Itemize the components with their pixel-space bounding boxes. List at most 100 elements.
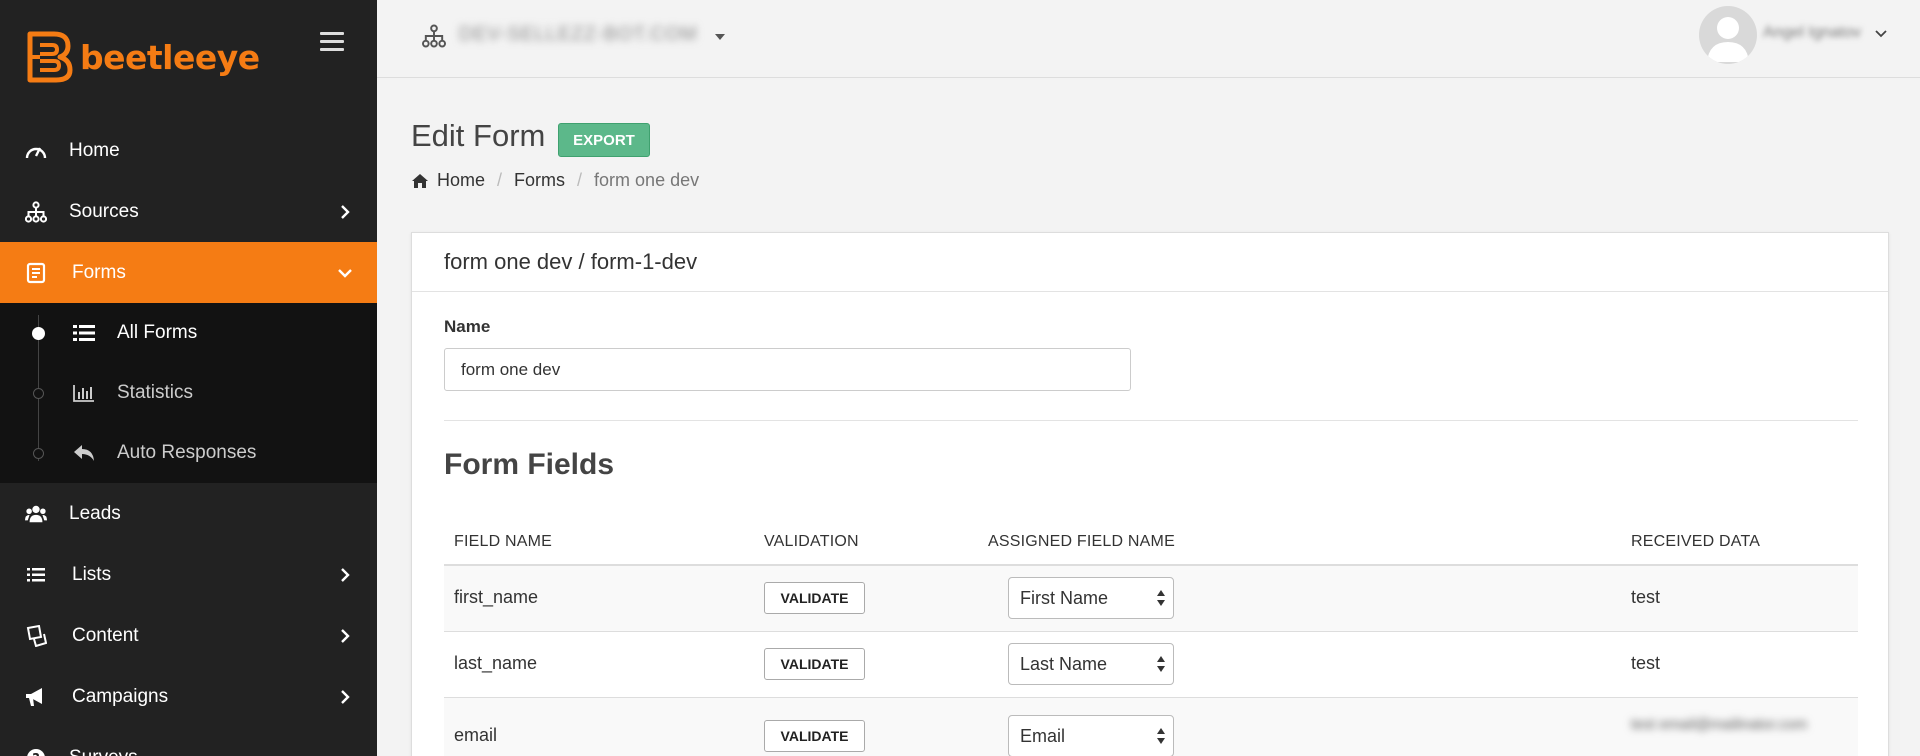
forms-submenu: All Forms Statistics Auto Responses xyxy=(0,303,377,483)
gauge-icon xyxy=(25,140,47,162)
caret-down-icon[interactable] xyxy=(715,34,725,40)
menu-toggle-icon[interactable] xyxy=(320,32,344,52)
sidebar-item-forms[interactable]: Forms xyxy=(0,242,377,303)
sidebar-item-surveys[interactable]: ? Surveys xyxy=(0,727,377,756)
assigned-field-select[interactable]: Last Name xyxy=(1008,643,1174,685)
column-header: VALIDATION xyxy=(764,533,859,550)
form-panel: form one dev / form-1-dev Name Form Fiel… xyxy=(411,232,1889,756)
field-name-cell: last_name xyxy=(454,653,538,673)
users-icon xyxy=(25,503,47,525)
breadcrumb-forms[interactable]: Forms xyxy=(514,170,565,191)
chevron-right-icon xyxy=(341,689,350,704)
panel-header: form one dev / form-1-dev xyxy=(412,233,1888,292)
sidebar-subitem-auto-responses[interactable]: Auto Responses xyxy=(0,423,377,483)
sidebar-subitem-label: Auto Responses xyxy=(117,442,257,463)
column-header: ASSIGNED FIELD NAME xyxy=(988,533,1175,550)
validate-button[interactable]: VALIDATE xyxy=(764,648,865,680)
assigned-field-select[interactable]: First Name xyxy=(1008,577,1174,619)
sidebar-item-label: Content xyxy=(72,624,139,646)
home-icon[interactable] xyxy=(411,173,429,189)
received-data-cell: test xyxy=(1631,587,1661,607)
sidebar-subitem-label: Statistics xyxy=(117,382,194,403)
sidebar-item-campaigns[interactable]: Campaigns xyxy=(0,666,377,727)
select-arrows-icon xyxy=(1157,728,1165,744)
breadcrumb-home[interactable]: Home xyxy=(437,170,485,191)
table-row: email VALIDATE Email test email@mailinat… xyxy=(444,698,1858,756)
sidebar-item-leads[interactable]: Leads xyxy=(0,483,377,544)
assigned-field-select[interactable]: Email xyxy=(1008,715,1174,756)
sidebar-subitem-statistics[interactable]: Statistics xyxy=(0,363,377,423)
panel-title: form one dev / form-1-dev xyxy=(444,249,698,274)
validate-button[interactable]: VALIDATE xyxy=(764,582,865,614)
svg-text:?: ? xyxy=(32,752,40,756)
table-header: FIELD NAME VALIDATION ASSIGNED FIELD NAM… xyxy=(444,523,1858,566)
export-button[interactable]: EXPORT xyxy=(558,123,650,157)
column-header: FIELD NAME xyxy=(454,533,553,550)
topbar: DEV-SELLEZZ-BOT.COM Angel Ignatov xyxy=(377,0,1920,78)
organization-selector[interactable]: DEV-SELLEZZ-BOT.COM xyxy=(459,24,698,46)
field-name-cell: first_name xyxy=(454,587,539,607)
inactive-dot xyxy=(33,447,44,459)
breadcrumb: Home / Forms / form one dev xyxy=(411,170,699,191)
sidebar-item-label: Home xyxy=(69,139,120,161)
section-title: Form Fields xyxy=(444,448,615,481)
avatar[interactable] xyxy=(1699,6,1757,64)
sitemap-icon xyxy=(422,24,446,48)
sidebar-subitem-all-forms[interactable]: All Forms xyxy=(0,303,377,363)
form-icon xyxy=(25,262,47,284)
sidebar-item-label: Leads xyxy=(69,502,121,524)
divider xyxy=(444,420,1858,421)
breadcrumb-current: form one dev xyxy=(594,170,700,190)
select-arrows-icon xyxy=(1157,590,1165,606)
breadcrumb-separator: / xyxy=(577,170,583,190)
form-fields-table: FIELD NAME VALIDATION ASSIGNED FIELD NAM… xyxy=(444,523,1858,756)
list-icon xyxy=(72,322,96,344)
chevron-right-icon xyxy=(341,628,350,643)
sidebar-item-label: Campaigns xyxy=(72,685,169,707)
validate-button[interactable]: VALIDATE xyxy=(764,720,865,752)
bar-chart-icon xyxy=(72,382,96,404)
current-dot xyxy=(32,326,45,340)
sidebar: beetleeye Home Sources Forms All Forms S… xyxy=(0,0,377,756)
content-icon xyxy=(25,624,47,647)
question-icon: ? xyxy=(25,747,47,756)
sidebar-subitem-label: All Forms xyxy=(117,322,198,343)
select-value: Email xyxy=(1020,725,1066,746)
name-label: Name xyxy=(444,317,491,336)
main-content: Edit Form EXPORT Home / Forms / form one… xyxy=(377,78,1920,756)
inactive-dot xyxy=(33,387,44,399)
field-name-cell: email xyxy=(454,725,498,745)
reply-icon xyxy=(72,442,96,464)
column-header: RECEIVED DATA xyxy=(1631,533,1761,550)
brand-name: beetleeye xyxy=(80,37,260,77)
sidebar-item-home[interactable]: Home xyxy=(0,120,377,181)
select-value: First Name xyxy=(1020,587,1109,608)
sitemap-icon xyxy=(25,200,47,223)
sidebar-item-lists[interactable]: Lists xyxy=(0,544,377,605)
beetleeye-logo-icon xyxy=(27,31,73,83)
sidebar-item-label: Lists xyxy=(72,563,112,585)
received-data-cell: test xyxy=(1631,653,1661,673)
user-name[interactable]: Angel Ignatov xyxy=(1763,24,1861,42)
name-input[interactable] xyxy=(444,348,1131,391)
sidebar-nav: Home Sources Forms All Forms Statistics … xyxy=(0,120,377,756)
table-row: last_name VALIDATE Last Name test xyxy=(444,632,1858,698)
megaphone-icon xyxy=(25,686,47,708)
received-data-cell: test email@mailinator.com xyxy=(1631,716,1808,733)
chevron-down-icon[interactable] xyxy=(1875,28,1887,40)
breadcrumb-separator: / xyxy=(497,170,503,190)
sidebar-item-label: Forms xyxy=(72,261,126,283)
sidebar-item-sources[interactable]: Sources xyxy=(0,181,377,242)
select-arrows-icon xyxy=(1157,656,1165,672)
chevron-right-icon xyxy=(341,567,350,582)
select-value: Last Name xyxy=(1020,653,1108,674)
page-title: Edit Form xyxy=(411,118,546,153)
logo[interactable]: beetleeye xyxy=(24,30,260,84)
list-icon xyxy=(25,564,47,586)
chevron-down-icon xyxy=(338,268,352,278)
chevron-right-icon xyxy=(341,204,350,219)
table-row: first_name VALIDATE First Name test xyxy=(444,566,1858,632)
sidebar-item-label: Sources xyxy=(69,200,139,222)
sidebar-item-content[interactable]: Content xyxy=(0,605,377,666)
sidebar-item-label: Surveys xyxy=(69,747,138,756)
